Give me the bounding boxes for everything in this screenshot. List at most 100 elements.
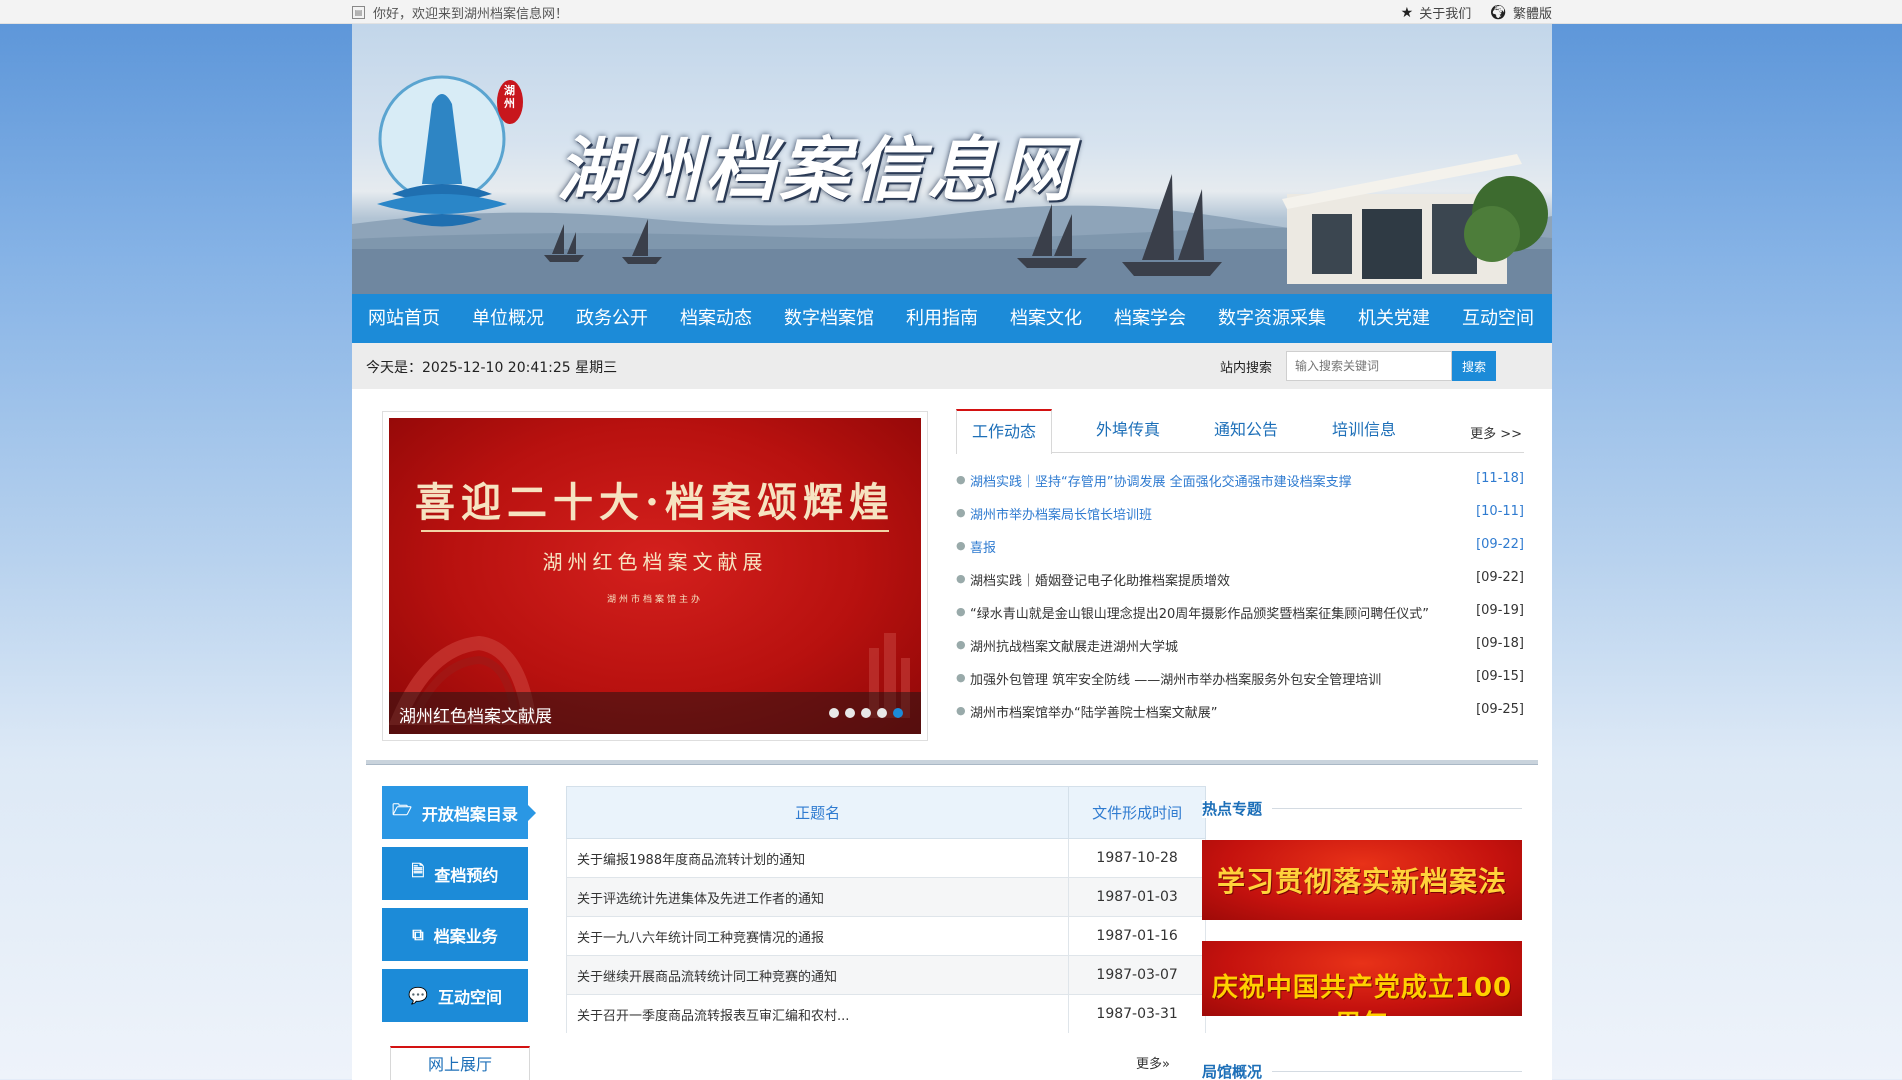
image-slider[interactable]: 喜迎二十大·档案颂辉煌 湖州红色档案文献展 湖州市档案馆主办 湖州红色档案文献展 xyxy=(382,411,928,741)
table-row[interactable]: 关于一九八六年统计同工种竞赛情况的通报 1987-01-16 xyxy=(566,916,1206,956)
nav-item-7[interactable]: 档案学会 xyxy=(1098,294,1202,343)
side-menu-item-1[interactable]: 🗎 查档预约 xyxy=(382,847,528,900)
search-input[interactable] xyxy=(1286,351,1452,381)
nav-item-6[interactable]: 档案文化 xyxy=(994,294,1098,343)
bureau-heading: 局馆概况 xyxy=(1202,1063,1273,1080)
news-list: ● 湖档实践｜坚持“存管用”协调发展 全面强化交通强市建设档案支撑 [11-18] ●… xyxy=(956,471,1524,735)
news-date: [11-18] xyxy=(1476,471,1524,486)
table-row[interactable]: 关于召开一季度商品流转报表互审汇编和农村... 1987-03-31 xyxy=(566,994,1206,1033)
side-menu-item-3[interactable]: 💬 互动空间 xyxy=(382,969,528,1022)
table-row[interactable]: 关于继续开展商品流转统计同工种竞赛的通知 1987-03-07 xyxy=(566,955,1206,995)
news-item[interactable]: ● 湖档实践｜婚姻登记电子化助推档案提质增效 [09-22] xyxy=(956,570,1524,603)
bureau-overview-header: 局馆概况 xyxy=(1202,1061,1522,1080)
news-title[interactable]: 加强外包管理 筑牢安全防线 ——湖州市举办档案服务外包安全管理培训 xyxy=(970,669,1460,688)
section-divider xyxy=(366,760,1538,765)
top-bar: ▤ 你好，欢迎来到湖州档案信息网！ ★ 关于我们 🌍︎ 繁體版 xyxy=(0,0,1902,24)
folder-open-icon: 🗁 xyxy=(392,800,412,819)
nav-item-2[interactable]: 政务公开 xyxy=(560,294,664,343)
news-title[interactable]: 喜报 xyxy=(970,537,1460,556)
side-menu-label: 查档预约 xyxy=(434,865,499,885)
side-menu-item-2[interactable]: ⧉ 档案业务 xyxy=(382,908,528,961)
slider-dots xyxy=(829,708,903,718)
side-menu-label: 开放档案目录 xyxy=(421,804,518,824)
about-us-link[interactable]: ★ 关于我们 xyxy=(1400,3,1472,23)
exhibition-more-link[interactable]: 更多» xyxy=(1136,1053,1170,1072)
news-tab-3[interactable]: 培训信息 xyxy=(1304,409,1424,453)
slide-image[interactable]: 喜迎二十大·档案颂辉煌 湖州红色档案文献展 湖州市档案馆主办 湖州红色档案文献展 xyxy=(389,418,921,734)
header-banner: 湖州档案信息网 湖州 xyxy=(352,24,1552,294)
nav-item-10[interactable]: 互动空间 xyxy=(1446,294,1550,343)
globe-icon: 🌍︎ xyxy=(1489,4,1507,21)
news-title[interactable]: “绿水青山就是金山银山理念提出20周年摄影作品颁奖暨档案征集顾问聘任仪式” xyxy=(970,603,1460,622)
news-title[interactable]: 湖州市举办档案局长馆长培训班 xyxy=(970,504,1460,523)
bullet-icon: ● xyxy=(956,539,966,552)
slider-dot-1[interactable] xyxy=(845,708,855,718)
table-row[interactable]: 关于评选统计先进集体及先进工作者的通知 1987-01-03 xyxy=(566,877,1206,917)
news-item[interactable]: ● 喜报 [09-22] xyxy=(956,537,1524,570)
slide-rule xyxy=(421,530,889,532)
archive-header-date: 文件形成时间 xyxy=(1068,786,1206,839)
news-date: [09-22] xyxy=(1476,537,1524,552)
star-icon: ★ xyxy=(1400,4,1414,21)
nav-item-0[interactable]: 网站首页 xyxy=(352,294,456,343)
slider-dot-3[interactable] xyxy=(877,708,887,718)
news-title[interactable]: 湖州抗战档案文献展走进湖州大学城 xyxy=(970,636,1460,655)
news-item[interactable]: ● 湖州抗战档案文献展走进湖州大学城 [09-18] xyxy=(956,636,1524,669)
topic-banner-text: 庆祝中国共产党成立100周年 xyxy=(1211,973,1513,1016)
archive-title[interactable]: 关于评选统计先进集体及先进工作者的通知 xyxy=(566,877,1070,917)
main-nav: 网站首页 单位概况 政务公开 档案动态 数字档案馆 利用指南 档案文化 档案学会 数字资源采集机… xyxy=(352,294,1552,343)
bullet-icon: ● xyxy=(956,671,966,684)
slider-dot-2[interactable] xyxy=(861,708,871,718)
archive-date: 1987-01-16 xyxy=(1068,916,1206,956)
about-us-label: 关于我们 xyxy=(1419,7,1472,22)
table-row[interactable]: 关于编报1988年度商品流转计划的通知 1987-10-28 xyxy=(566,838,1206,878)
topic-banner-text: 学习贯彻落实新档案法 xyxy=(1216,865,1507,898)
news-item[interactable]: ● 湖档实践｜坚持“存管用”协调发展 全面强化交通强市建设档案支撑 [11-18] xyxy=(956,471,1524,504)
topic-banner-new-archive-law[interactable]: 学习贯彻落实新档案法 xyxy=(1202,840,1522,920)
news-title[interactable]: 湖档实践｜婚姻登记电子化助推档案提质增效 xyxy=(970,570,1460,589)
seal-text: 湖州 xyxy=(504,84,515,110)
slider-dot-4[interactable] xyxy=(893,708,903,718)
hot-topics-header: 热点专题 xyxy=(1202,798,1522,822)
search-button[interactable]: 搜索 xyxy=(1452,351,1496,381)
bullet-icon: ● xyxy=(956,473,966,486)
nav-item-4[interactable]: 数字档案馆 xyxy=(768,294,890,343)
news-tab-0[interactable]: 工作动态 xyxy=(956,409,1052,454)
slide-caption[interactable]: 湖州红色档案文献展 xyxy=(399,702,552,727)
archive-title[interactable]: 关于继续开展商品流转统计同工种竞赛的通知 xyxy=(566,955,1070,995)
side-menu-label: 互动空间 xyxy=(437,987,502,1007)
archive-title[interactable]: 关于一九八六年统计同工种竞赛情况的通报 xyxy=(566,916,1070,956)
nav-item-8[interactable]: 数字资源采集 xyxy=(1202,294,1342,343)
news-item[interactable]: ● 加强外包管理 筑牢安全防线 ——湖州市举办档案服务外包安全管理培训 [09-15… xyxy=(956,669,1524,702)
news-date: [09-19] xyxy=(1476,603,1524,618)
traditional-chinese-label: 繁體版 xyxy=(1512,7,1552,22)
topic-banner-party-centenary[interactable]: 庆祝中国共产党成立100周年 xyxy=(1202,941,1522,1016)
news-tab-2[interactable]: 通知公告 xyxy=(1188,409,1304,453)
date-search-bar: 今天是：2025-12-10 20:41:25 星期三 站内搜索 搜索 xyxy=(352,343,1552,389)
news-panel: 更多 >> 工作动态 外埠传真 通知公告 培训信息 ● 湖档实践｜坚持“存管用”协调发展… xyxy=(956,409,1524,749)
news-item[interactable]: ● 湖州市举办档案局长馆长培训班 [10-11] xyxy=(956,504,1524,537)
nav-item-5[interactable]: 利用指南 xyxy=(890,294,994,343)
archive-title[interactable]: 关于召开一季度商品流转报表互审汇编和农村... xyxy=(566,994,1070,1033)
news-item[interactable]: ● “绿水青山就是金山银山理念提出20周年摄影作品颁奖暨档案征集顾问聘任仪式” [0… xyxy=(956,603,1524,636)
nav-item-9[interactable]: 机关党建 xyxy=(1342,294,1446,343)
online-exhibition-tab[interactable]: 网上展厅 xyxy=(390,1046,530,1080)
news-item[interactable]: ● 湖州市档案馆举办“陆学善院士档案文献展” [09-25] xyxy=(956,702,1524,735)
traditional-chinese-link[interactable]: 🌍︎ 繁體版 xyxy=(1489,3,1552,23)
side-menu-item-0[interactable]: 🗁 开放档案目录 xyxy=(382,786,536,839)
page-icon: ▤ xyxy=(352,6,365,19)
nav-item-1[interactable]: 单位概况 xyxy=(456,294,560,343)
news-title[interactable]: 湖州市档案馆举办“陆学善院士档案文献展” xyxy=(970,702,1460,721)
news-tab-1[interactable]: 外埠传真 xyxy=(1072,409,1184,453)
archive-date: 1987-03-07 xyxy=(1068,955,1206,995)
slider-dot-0[interactable] xyxy=(829,708,839,718)
search-label: 站内搜索 xyxy=(1220,361,1273,376)
news-more-link[interactable]: 更多 >> xyxy=(1470,423,1522,442)
archive-title[interactable]: 关于编报1988年度商品流转计划的通知 xyxy=(566,838,1070,878)
archive-header-title: 正题名 xyxy=(566,786,1070,839)
slide-decoration xyxy=(389,633,910,725)
news-date: [09-18] xyxy=(1476,636,1524,651)
nav-item-3[interactable]: 档案动态 xyxy=(664,294,768,343)
slide-small-text: 湖州市档案馆主办 xyxy=(606,595,703,605)
news-title[interactable]: 湖档实践｜坚持“存管用”协调发展 全面强化交通强市建设档案支撑 xyxy=(970,471,1460,490)
